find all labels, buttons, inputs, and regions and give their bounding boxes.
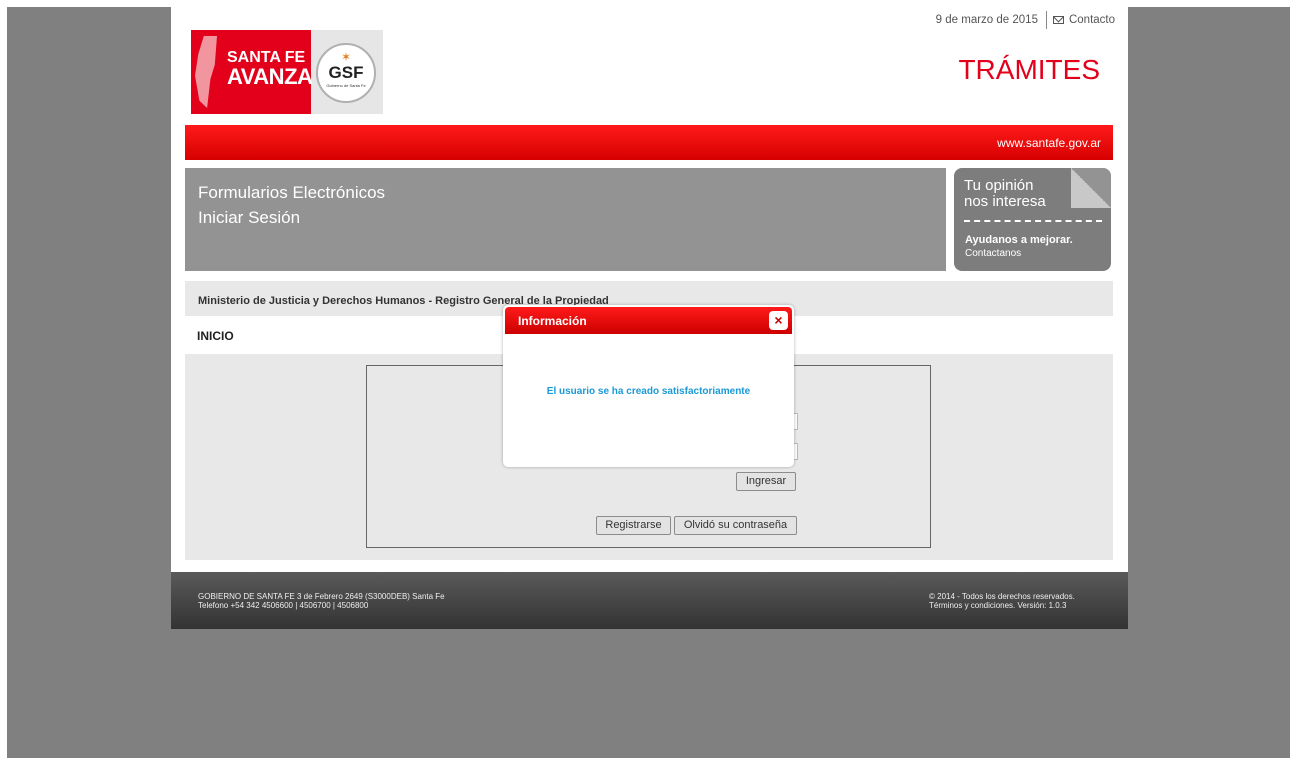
page-banner: Formularios Electrónicos Iniciar Sesión bbox=[185, 168, 946, 271]
gsf-subtext: Gobierno de Santa Fe bbox=[326, 83, 366, 88]
breadcrumb-inicio[interactable]: INICIO bbox=[197, 329, 234, 343]
close-icon[interactable]: × bbox=[769, 311, 788, 330]
footer-legal: © 2014 - Todos los derechos reservados. … bbox=[929, 592, 1075, 610]
dialog-title: Información bbox=[518, 314, 587, 328]
footer-phone-line: Telefono +54 342 4506600 | 4506700 | 450… bbox=[198, 601, 369, 610]
gsf-seal: ✶ GSF Gobierno de Santa Fe bbox=[316, 43, 376, 103]
red-nav-bar: www.santafe.gov.ar bbox=[185, 125, 1113, 160]
ingresar-button[interactable]: Ingresar bbox=[736, 472, 796, 491]
forgot-password-button[interactable]: Olvidó su contraseña bbox=[674, 516, 797, 535]
separator bbox=[1045, 11, 1047, 29]
gsf-text: GSF bbox=[328, 63, 364, 82]
dialog-message: El usuario se ha creado satisfactoriamen… bbox=[546, 386, 751, 397]
footer: GOBIERNO DE SANTA FE 3 de Febrero 2649 (… bbox=[171, 572, 1128, 629]
registrarse-button[interactable]: Registrarse bbox=[596, 516, 671, 535]
footer-terms-link[interactable]: Términos y condiciones. Versión: 1.0.3 bbox=[929, 601, 1075, 610]
footer-copyright: © 2014 - Todos los derechos reservados. bbox=[929, 592, 1075, 601]
site-url-link[interactable]: www.santafe.gov.ar bbox=[997, 136, 1101, 150]
info-dialog: Información × El usuario se ha creado sa… bbox=[503, 305, 794, 467]
feedback-heading-line1: Tu opinión bbox=[964, 177, 1034, 194]
santa-fe-map-icon bbox=[195, 36, 217, 108]
footer-address-line1: GOBIERNO DE SANTA FE 3 de Febrero 2649 (… bbox=[198, 592, 445, 601]
feedback-widget[interactable]: Tu opinión nos interesa Ayudanos a mejor… bbox=[954, 168, 1111, 271]
current-date: 9 de marzo de 2015 bbox=[935, 14, 1038, 26]
logo-red-block: SANTA FE AVANZA bbox=[191, 30, 313, 114]
logo-line2: AVANZA bbox=[227, 64, 313, 89]
banner-title: Formularios Electrónicos bbox=[198, 183, 386, 202]
feedback-heading-line2: nos interesa bbox=[964, 193, 1046, 210]
contact-link[interactable]: Contacto bbox=[1069, 14, 1115, 26]
banner-subtitle: Iniciar Sesión bbox=[198, 208, 301, 227]
dialog-titlebar: Información × bbox=[505, 307, 792, 334]
feedback-cta: Ayudanos a mejorar. bbox=[965, 234, 1073, 246]
dashed-divider bbox=[964, 220, 1102, 222]
star-icon: ✶ bbox=[341, 50, 352, 64]
top-info-bar: 9 de marzo de 2015 Contacto bbox=[936, 11, 1115, 29]
footer-address: GOBIERNO DE SANTA FE 3 de Febrero 2649 (… bbox=[198, 592, 445, 610]
section-title: TRÁMITES bbox=[958, 54, 1100, 85]
feedback-contact-link[interactable]: Contactanos bbox=[965, 248, 1021, 259]
feedback-heading: Tu opinión nos interesa bbox=[964, 178, 1046, 210]
page-curl-icon bbox=[1071, 168, 1111, 208]
santa-fe-logo[interactable]: SANTA FE AVANZA ✶ GSF Gobierno de Santa … bbox=[191, 30, 383, 114]
mail-icon bbox=[1052, 16, 1064, 24]
